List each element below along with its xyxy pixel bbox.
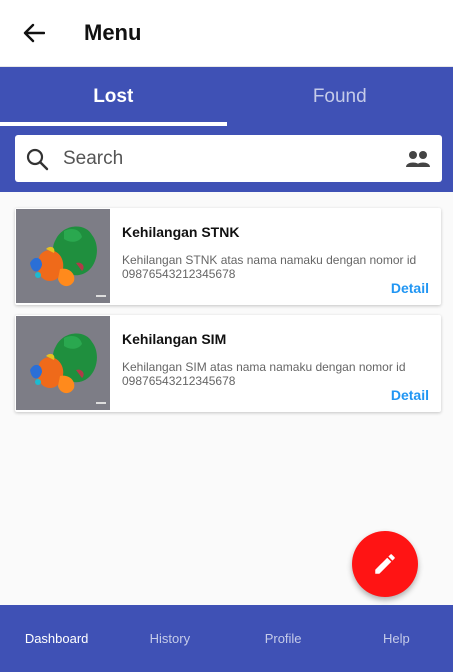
map-thumbnail bbox=[16, 209, 110, 303]
search-bar-container bbox=[0, 126, 453, 192]
nav-help[interactable]: Help bbox=[340, 605, 453, 672]
search-icon[interactable] bbox=[25, 147, 49, 171]
bottom-navigation: Dashboard History Profile Help bbox=[0, 605, 453, 672]
add-report-button[interactable] bbox=[352, 531, 418, 597]
search-input[interactable] bbox=[63, 135, 405, 182]
arrow-back-icon bbox=[23, 23, 45, 43]
app-bar: Menu bbox=[0, 0, 453, 67]
item-title: Kehilangan STNK bbox=[122, 224, 240, 240]
list-item[interactable]: Kehilangan SIM Kehilangan SIM atas nama … bbox=[15, 315, 441, 412]
tab-bar: Lost Found bbox=[0, 67, 453, 126]
pencil-icon bbox=[375, 554, 395, 574]
people-icon[interactable] bbox=[405, 149, 431, 169]
nav-profile[interactable]: Profile bbox=[227, 605, 340, 672]
detail-link[interactable]: Detail bbox=[391, 280, 429, 296]
nav-history[interactable]: History bbox=[113, 605, 226, 672]
detail-link[interactable]: Detail bbox=[391, 387, 429, 403]
item-description: Kehilangan STNK atas nama namaku dengan … bbox=[122, 253, 417, 281]
map-image bbox=[16, 316, 110, 410]
map-thumbnail bbox=[16, 316, 110, 410]
tab-lost[interactable]: Lost bbox=[0, 67, 227, 126]
back-button[interactable] bbox=[14, 13, 54, 53]
item-description: Kehilangan SIM atas nama namaku dengan n… bbox=[122, 360, 406, 388]
map-image bbox=[16, 209, 110, 303]
card-body: Kehilangan SIM Kehilangan SIM atas nama … bbox=[110, 315, 441, 412]
page-title: Menu bbox=[84, 20, 142, 45]
lost-item-list: Kehilangan STNK Kehilangan STNK atas nam… bbox=[15, 208, 441, 422]
tab-found[interactable]: Found bbox=[227, 67, 453, 126]
list-item[interactable]: Kehilangan STNK Kehilangan STNK atas nam… bbox=[15, 208, 441, 305]
nav-dashboard[interactable]: Dashboard bbox=[0, 605, 113, 672]
card-body: Kehilangan STNK Kehilangan STNK atas nam… bbox=[110, 208, 441, 305]
search-bar bbox=[15, 135, 442, 182]
item-title: Kehilangan SIM bbox=[122, 331, 227, 347]
